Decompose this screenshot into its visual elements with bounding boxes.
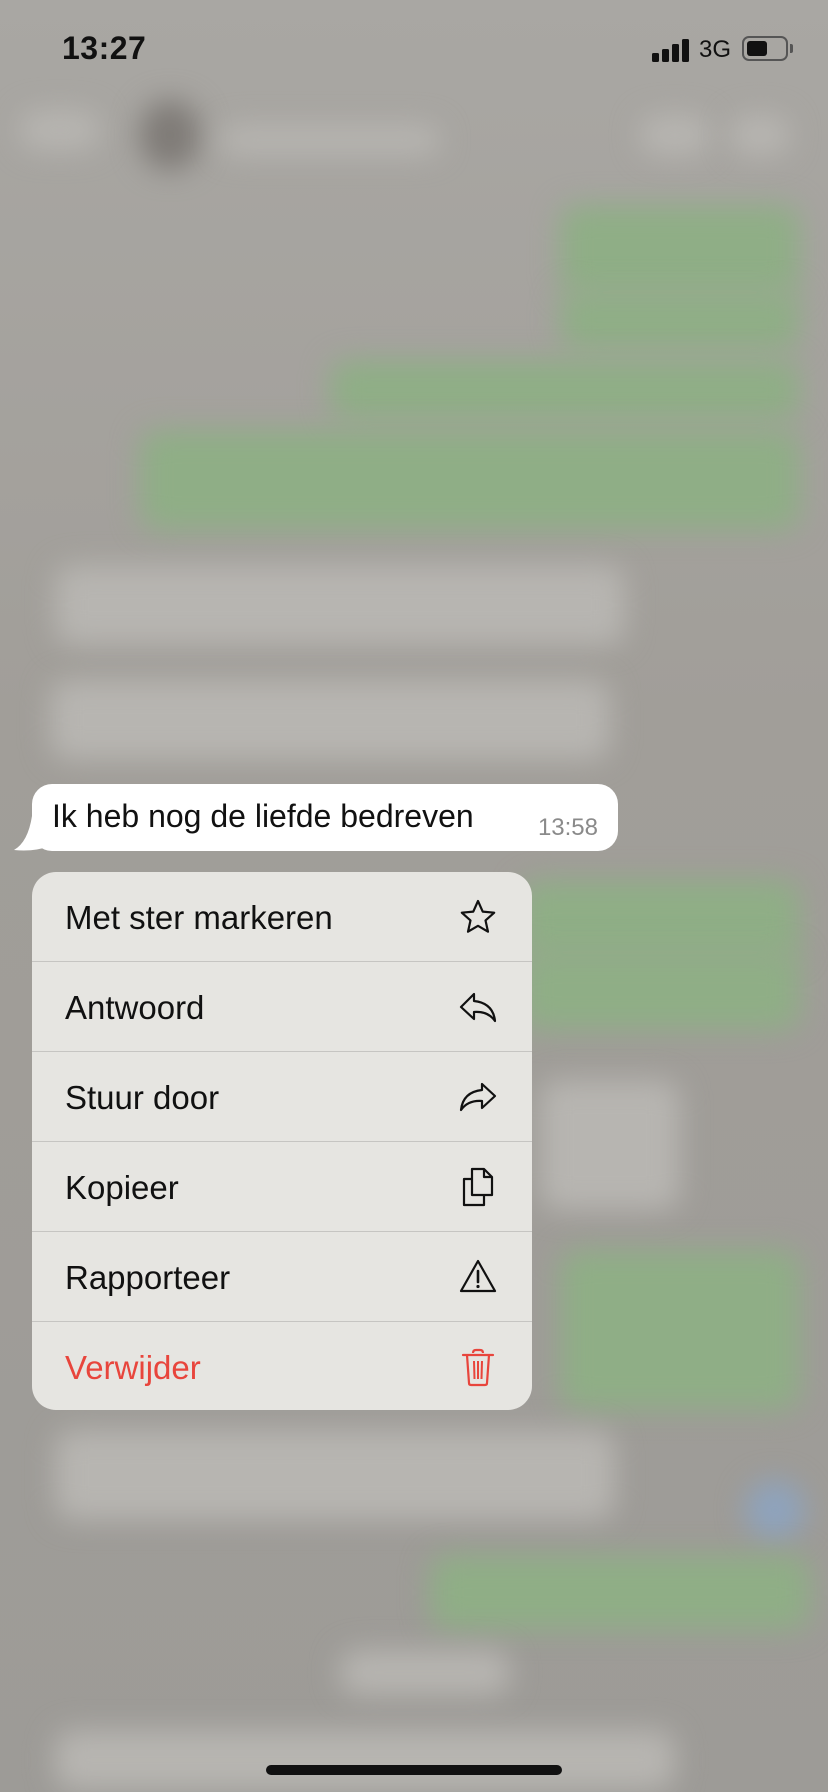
menu-item-label: Rapporteer bbox=[65, 1259, 231, 1296]
menu-item-label: Met ster markeren bbox=[65, 899, 333, 936]
forward-icon bbox=[459, 1082, 497, 1112]
star-icon bbox=[460, 899, 496, 933]
menu-item-delete[interactable]: Verwijder bbox=[32, 1322, 532, 1410]
status-bar: 13:27 3G bbox=[0, 0, 828, 100]
menu-item-label: Kopieer bbox=[65, 1169, 179, 1206]
trash-icon bbox=[461, 1348, 495, 1387]
menu-item-copy[interactable]: Kopieer bbox=[32, 1142, 532, 1232]
network-type: 3G bbox=[699, 36, 732, 63]
menu-item-label: Verwijder bbox=[65, 1349, 201, 1386]
cellular-signal-icon bbox=[652, 38, 692, 62]
menu-item-report[interactable]: Rapporteer bbox=[32, 1232, 532, 1322]
menu-item-star[interactable]: Met ster markeren bbox=[32, 872, 532, 962]
home-indicator[interactable] bbox=[266, 1765, 562, 1775]
message-time: 13:58 bbox=[537, 814, 598, 841]
message-text: Ik heb nog de liefde bedreven bbox=[52, 798, 474, 834]
battery-icon bbox=[742, 36, 788, 61]
status-time: 13:27 bbox=[62, 30, 147, 66]
menu-item-label: Stuur door bbox=[65, 1079, 220, 1116]
battery-cap bbox=[790, 44, 793, 53]
copy-icon bbox=[462, 1167, 494, 1207]
context-menu: Met ster markeren Antwoord Stuur door Ko… bbox=[32, 872, 532, 1410]
menu-item-label: Antwoord bbox=[65, 989, 205, 1026]
warning-icon bbox=[459, 1259, 497, 1293]
message-bubble[interactable]: Ik heb nog de liefde bedreven 13:58 bbox=[32, 784, 618, 851]
menu-item-forward[interactable]: Stuur door bbox=[32, 1052, 532, 1142]
menu-item-reply[interactable]: Antwoord bbox=[32, 962, 532, 1052]
reply-icon bbox=[459, 992, 497, 1023]
